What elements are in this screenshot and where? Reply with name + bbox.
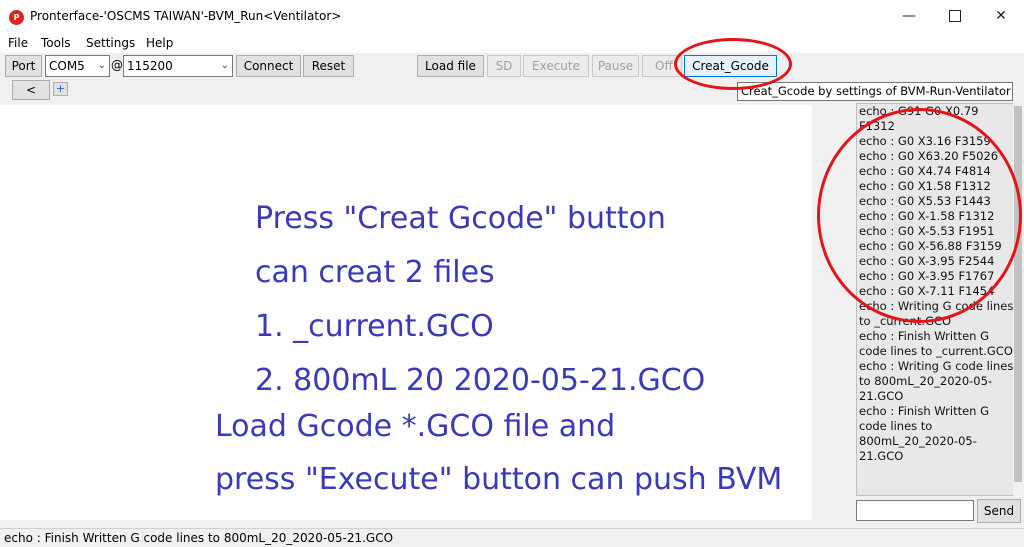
console-line: echo : Finish Written G code lines to 80… — [859, 404, 990, 463]
port-value: COM5 — [49, 59, 85, 73]
window-title: Pronterface-'OSCMS TAIWAN'-BVM_Run<Venti… — [30, 9, 342, 23]
menu-settings[interactable]: Settings — [86, 36, 135, 50]
sd-button[interactable]: SD — [487, 55, 521, 77]
execute-button[interactable]: Execute — [523, 55, 589, 77]
instruction-line-5: Load Gcode *.GCO file and — [215, 409, 616, 444]
main-canvas: Press "Creat Gcode" button can creat 2 f… — [0, 105, 812, 520]
command-input[interactable] — [856, 500, 974, 521]
instruction-line-3: 1. _current.GCO — [255, 309, 494, 344]
send-button[interactable]: Send — [977, 499, 1021, 523]
menu-tools[interactable]: Tools — [41, 36, 71, 50]
at-sign: @ — [111, 58, 123, 72]
instruction-line-4: 2. 800mL 20 2020-05-21.GCO — [255, 363, 706, 398]
back-button[interactable]: < — [12, 80, 50, 100]
connect-button[interactable]: Connect — [236, 55, 301, 77]
menu-help[interactable]: Help — [146, 36, 173, 50]
maximize-icon — [949, 10, 961, 22]
app-icon: P — [9, 10, 24, 25]
add-button[interactable]: + — [53, 82, 68, 96]
minimize-button[interactable]: — — [886, 0, 932, 33]
port-select[interactable]: COM5 ⌄ — [45, 55, 110, 77]
load-file-button[interactable]: Load file — [417, 55, 484, 77]
maximize-button[interactable] — [932, 0, 978, 33]
baud-select[interactable]: 115200 ⌄ — [123, 55, 233, 77]
status-bar: echo : Finish Written G code lines to 80… — [0, 528, 1024, 547]
port-button[interactable]: Port — [5, 55, 42, 77]
menu-file[interactable]: File — [8, 36, 28, 50]
chevron-down-icon: ⌄ — [97, 60, 106, 71]
instruction-line-1: Press "Creat Gcode" button — [255, 201, 666, 236]
highlight-ring-console — [817, 108, 1022, 323]
close-button[interactable]: ✕ — [978, 0, 1024, 33]
pause-button[interactable]: Pause — [592, 55, 639, 77]
console-line: echo : Writing G code lines to 800mL_20_… — [859, 359, 1014, 403]
title-bar: P Pronterface-'OSCMS TAIWAN'-BVM_Run<Ven… — [0, 0, 1024, 33]
menu-bar: File Tools Settings Help — [0, 33, 1024, 53]
chevron-down-icon: ⌄ — [220, 60, 229, 71]
instruction-line-6: press "Execute" button can push BVM — [215, 462, 783, 497]
console-scroll-thumb[interactable] — [1014, 106, 1022, 482]
instruction-line-2: can creat 2 files — [255, 255, 495, 290]
console-line: echo : Finish Written G code lines to _c… — [859, 329, 1013, 358]
highlight-ring-creat-gcode — [674, 38, 792, 90]
baud-value: 115200 — [127, 59, 173, 73]
creat-gcode-tooltip: Creat_Gcode by settings of BVM-Run-Venti… — [737, 82, 1013, 101]
reset-button[interactable]: Reset — [303, 55, 354, 77]
